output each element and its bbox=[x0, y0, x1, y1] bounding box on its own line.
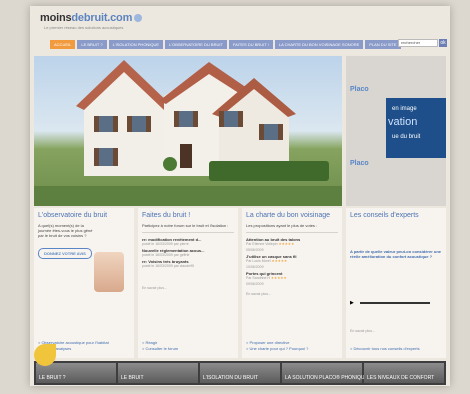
column-experts: Les conseils d'experts A partir de quell… bbox=[346, 208, 446, 358]
site-tagline: Le premier réseau des solutions acoustiq… bbox=[44, 25, 124, 30]
column-title[interactable]: Faites du bruit ! bbox=[142, 212, 234, 219]
rating-stars: ★★★★★ bbox=[271, 259, 288, 263]
nav-item-observatory[interactable]: L'OBSERVATOIRE DU BRUIT bbox=[165, 40, 227, 49]
audio-player: ▶ bbox=[350, 300, 442, 306]
promo-screen-line3: ue du bruit bbox=[392, 134, 421, 140]
link-charter-why[interactable]: > Une charte pour qui ? Pourquoi ? bbox=[246, 346, 308, 352]
divider bbox=[142, 232, 234, 233]
promo-brand-bottom: Placo bbox=[350, 160, 369, 167]
main-nav: ACCUEIL LE BRUIT ? L'ISOLATION PHONIQUE … bbox=[50, 40, 401, 49]
thumbnail-noise-2[interactable]: LE BRUIT bbox=[118, 363, 198, 383]
thumbnail-comfort-levels[interactable]: LES NIVEAUX DE CONFORT bbox=[364, 363, 444, 383]
charter-item-date: 05/06/2009 bbox=[246, 248, 264, 252]
column-forum: Faites du bruit ! Participez à notre for… bbox=[138, 208, 238, 358]
forum-post-meta: posté le 16/03/2009 par claude95 bbox=[142, 264, 194, 268]
more-link[interactable]: En savoir plus... bbox=[142, 286, 234, 290]
rating-stars: ★★★★★ bbox=[270, 276, 287, 280]
nav-item-home[interactable]: ACCUEIL bbox=[50, 40, 76, 49]
thumbnail-label: LA SOLUTION PLACO® PHONIQUE bbox=[285, 375, 368, 381]
forum-post-meta: posté le 16/03/2009 par geffrie bbox=[142, 253, 190, 257]
site-logo[interactable]: moinsdebruit.com bbox=[40, 12, 143, 24]
audio-progress-bar[interactable] bbox=[360, 302, 430, 304]
nav-item-make-noise[interactable]: FAITES DU BRUIT ! bbox=[228, 40, 273, 49]
column-observatory: L'observatoire du bruit A quel(s) moment… bbox=[34, 208, 134, 358]
promo-brand-top: Placo bbox=[350, 86, 369, 93]
search-button[interactable]: ok bbox=[439, 39, 447, 47]
give-opinion-button[interactable]: DONNEZ VOTRE AVIS bbox=[38, 248, 92, 259]
charter-item-date: 09/06/2009 bbox=[246, 282, 264, 286]
column-text: Les propositions ayant le plus de votes … bbox=[246, 223, 318, 228]
column-footer-links: > Découvrir tous nos conseils d'experts bbox=[350, 346, 420, 352]
link-all-experts[interactable]: > Découvrir tous nos conseils d'experts bbox=[350, 346, 420, 352]
hero-house-image[interactable] bbox=[34, 56, 342, 206]
thumbnail-label: LE BRUIT ? bbox=[39, 375, 66, 381]
column-footer-links: > Réagir > Consulter le forum bbox=[142, 340, 178, 352]
column-title[interactable]: L'observatoire du bruit bbox=[38, 212, 130, 219]
promo-screen-line1: en image bbox=[392, 106, 417, 112]
logo-ear-icon bbox=[134, 14, 143, 23]
bottom-thumbnail-strip: LE BRUIT ? LE BRUIT L'ISOLATION DU BRUIT… bbox=[34, 361, 446, 385]
nav-item-insulation[interactable]: L'ISOLATION PHONIQUE bbox=[108, 40, 164, 49]
divider bbox=[246, 232, 338, 233]
surprised-face-image bbox=[94, 252, 124, 292]
thumbnail-insulation[interactable]: L'ISOLATION DU BRUIT bbox=[200, 363, 280, 383]
thumbnail-label: L'ISOLATION DU BRUIT bbox=[203, 375, 259, 381]
house-illustration bbox=[34, 60, 342, 206]
column-text: Participez à notre forum sur le bruit et… bbox=[142, 223, 229, 228]
nav-item-charter[interactable]: LA CHARTE DU BON VOISINAGE SONORE bbox=[274, 40, 364, 49]
page-container: moinsdebruit.com Le premier réseau des s… bbox=[30, 6, 450, 386]
charter-item-meta: Par Sandrine H ★★★★★ bbox=[246, 276, 287, 280]
rating-stars: ★★★★★ bbox=[278, 242, 295, 246]
thumbnail-placo-solution[interactable]: LA SOLUTION PLACO® PHONIQUE bbox=[282, 363, 368, 383]
promo-screen-line2: vation bbox=[388, 116, 418, 128]
column-text: A partir de quelle valeur peut-on consid… bbox=[350, 249, 441, 259]
nav-item-noise[interactable]: LE BRUIT ? bbox=[77, 40, 107, 49]
column-title[interactable]: Les conseils d'experts bbox=[350, 212, 442, 219]
side-promo-banner[interactable]: Placo en image vation ue du bruit Placo bbox=[346, 56, 446, 206]
charter-item-meta: Par Etienne Voilepin ★★★★★ bbox=[246, 242, 295, 246]
thumbnail-noise[interactable]: LE BRUIT ? bbox=[36, 363, 116, 383]
promo-screen: en image vation ue du bruit bbox=[386, 98, 446, 158]
charter-item-date: 10/06/2009 bbox=[246, 265, 264, 269]
column-text: A quel(s) moment(s) de la journée êtes-v… bbox=[38, 223, 93, 238]
content-columns: L'observatoire du bruit A quel(s) moment… bbox=[34, 208, 446, 358]
search-input[interactable]: rechercher bbox=[398, 39, 438, 47]
link-forum[interactable]: > Consulter le forum bbox=[142, 346, 178, 352]
play-icon[interactable]: ▶ bbox=[350, 300, 356, 306]
thumbnail-label: LE BRUIT bbox=[121, 375, 144, 381]
more-link[interactable]: En savoir plus... bbox=[350, 329, 442, 333]
forum-post-meta: posté le 16/03/2009 par pierre bbox=[142, 242, 189, 246]
thumbnail-label: LES NIVEAUX DE CONFORT bbox=[367, 375, 435, 381]
logo-suffix: debruit.com bbox=[71, 12, 133, 24]
megaphone-icon bbox=[34, 344, 56, 366]
charter-item-meta: Par Louis Morel ★★★★★ bbox=[246, 259, 288, 263]
more-link[interactable]: En savoir plus... bbox=[246, 292, 338, 296]
column-footer-links: > Proposer une directive > Une charte po… bbox=[246, 340, 308, 352]
logo-prefix: moins bbox=[40, 12, 72, 24]
nav-item-sitemap[interactable]: PLAN DU SITE bbox=[365, 40, 401, 49]
column-title[interactable]: La charte du bon voisinage bbox=[246, 212, 338, 219]
column-charter: La charte du bon voisinage Les propositi… bbox=[242, 208, 342, 358]
